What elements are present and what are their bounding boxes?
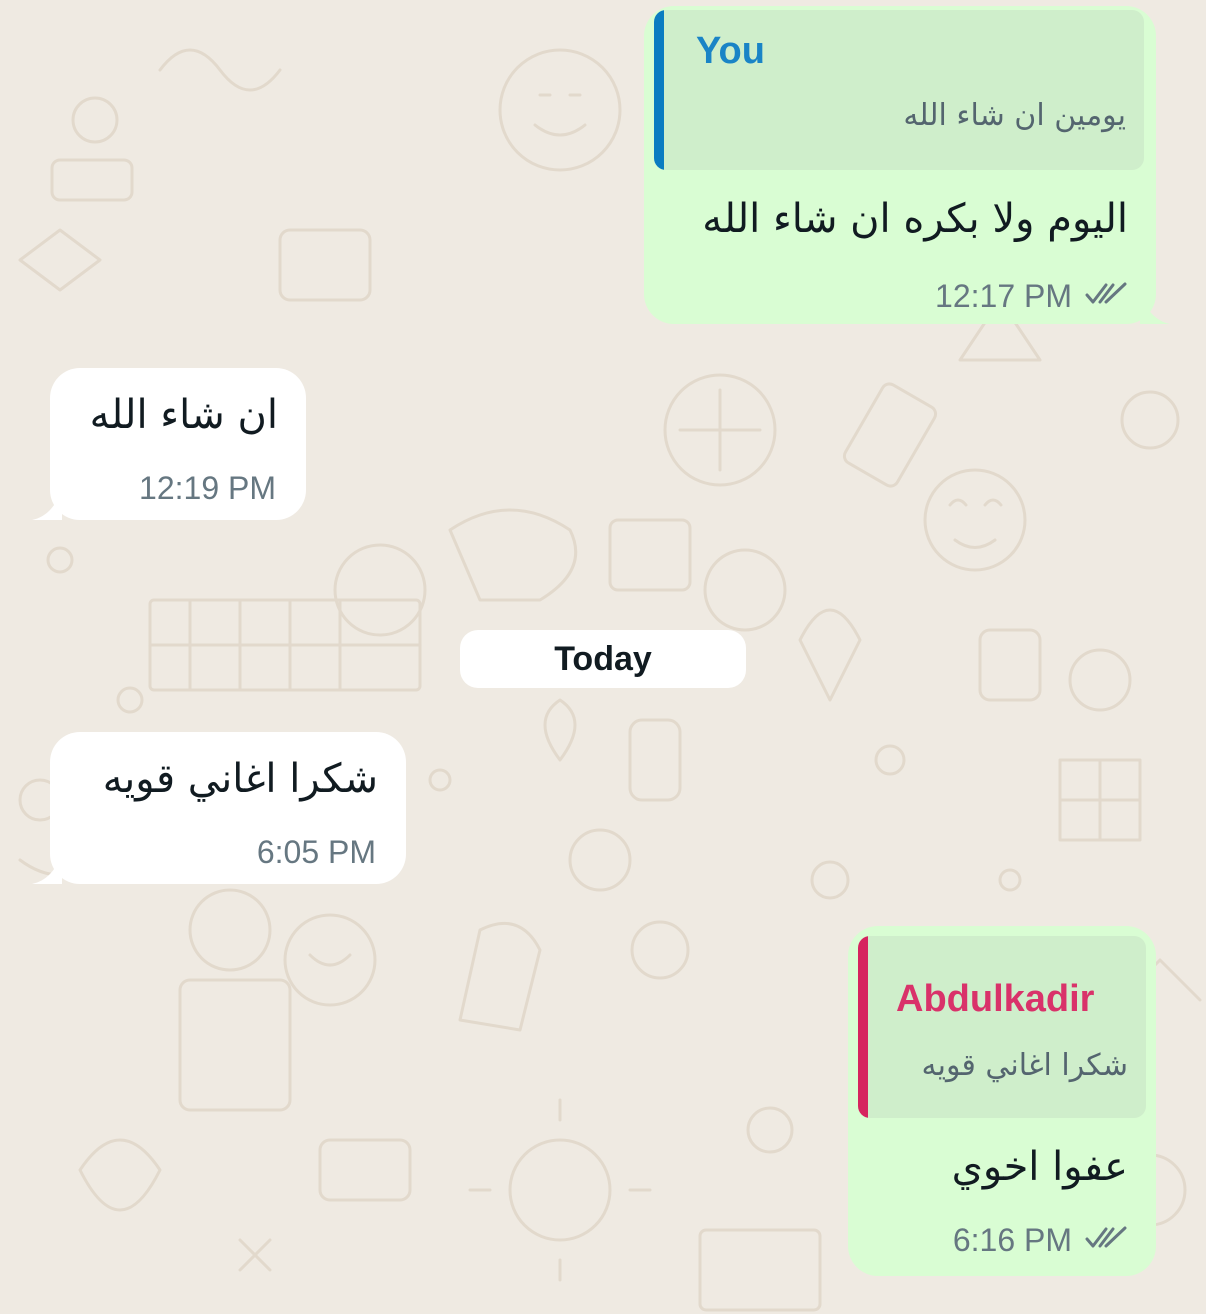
bubble-tail (1140, 294, 1170, 324)
quote-accent-bar (654, 10, 664, 170)
incoming-message-bubble[interactable]: ان شاء الله 12:19 PM (50, 368, 306, 520)
quote-accent-bar (858, 936, 868, 1118)
quote-text: شكرا اغاني قويه (921, 1048, 1128, 1083)
bubble-tail (32, 490, 62, 520)
message-text: عفوا اخوي (951, 1144, 1128, 1190)
quote-author: Abdulkadir (896, 978, 1095, 1020)
quoted-reply[interactable]: You يومين ان شاء الله (654, 10, 1144, 170)
message-time: 6:05 PM (256, 834, 376, 870)
double-check-icon (1085, 1226, 1127, 1248)
quote-text: يومين ان شاء الله (903, 98, 1126, 133)
message-time: 12:17 PM (935, 278, 1072, 314)
quoted-reply[interactable]: Abdulkadir شكرا اغاني قويه (858, 936, 1146, 1118)
message-time: 12:19 PM (139, 470, 276, 506)
message-time: 6:16 PM (952, 1222, 1072, 1258)
outgoing-message-bubble[interactable]: You يومين ان شاء الله اليوم ولا بكره ان … (644, 6, 1156, 324)
quote-author: You (696, 30, 765, 72)
double-check-icon (1085, 282, 1127, 304)
message-text: اليوم ولا بكره ان شاء الله (702, 196, 1128, 242)
message-text: شكرا اغاني قويه (102, 756, 378, 802)
incoming-message-bubble[interactable]: شكرا اغاني قويه 6:05 PM (50, 732, 406, 884)
bubble-tail (32, 854, 62, 884)
message-text: ان شاء الله (89, 392, 278, 438)
outgoing-message-bubble[interactable]: Abdulkadir شكرا اغاني قويه عفوا اخوي 6:1… (848, 926, 1156, 1276)
date-divider: Today (460, 630, 746, 688)
